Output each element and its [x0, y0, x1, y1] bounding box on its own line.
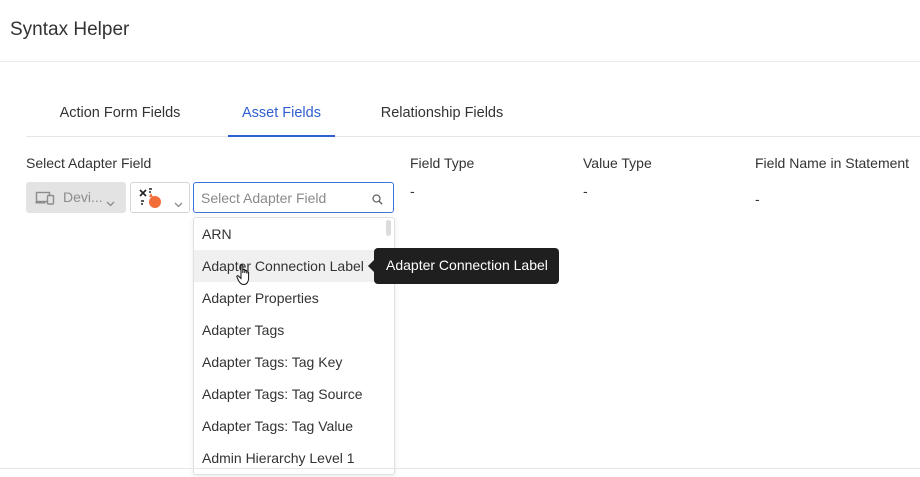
- adapter-field-dropdown: ARN Adapter Connection Label Adapter Pro…: [193, 217, 395, 475]
- dropdown-item[interactable]: Adapter Tags: Tag Source: [194, 378, 384, 410]
- value-type-value: -: [583, 183, 588, 199]
- page-title: Syntax Helper: [10, 19, 130, 40]
- tooltip: Adapter Connection Label: [368, 248, 559, 284]
- field-name-heading: Field Name in Statement: [755, 155, 910, 171]
- device-type-select[interactable]: Devi...: [26, 182, 126, 213]
- divider: [0, 468, 920, 469]
- search-icon: [372, 192, 383, 210]
- dropdown-item[interactable]: ARN: [194, 218, 384, 250]
- dropdown-item[interactable]: Adapter Tags: [194, 314, 384, 346]
- adapter-select[interactable]: [130, 182, 190, 213]
- adapter-field-search-input[interactable]: [201, 188, 366, 207]
- field-type-heading: Field Type: [410, 155, 475, 171]
- dropdown-item[interactable]: Adapter Properties: [194, 282, 384, 314]
- dropdown-item[interactable]: Adapter Tags: Tag Value: [194, 410, 384, 442]
- field-name-value: -: [755, 191, 760, 207]
- tooltip-arrow: [368, 260, 374, 272]
- dropdown-item[interactable]: Adapter Connection Label: [194, 250, 384, 282]
- value-type-heading: Value Type: [583, 155, 652, 171]
- adapter-field-heading: Select Adapter Field: [26, 155, 152, 171]
- chevron-down-icon: [106, 194, 115, 212]
- header: Syntax Helper: [0, 0, 920, 62]
- field-type-value: -: [410, 183, 415, 199]
- dropdown-item[interactable]: Admin Hierarchy Level 1: [194, 442, 384, 474]
- scrollbar-thumb[interactable]: [386, 220, 391, 236]
- dropdown-item[interactable]: Adapter Tags: Tag Key: [194, 346, 384, 378]
- device-select-label: Devi...: [63, 189, 103, 205]
- tab-bar: Action Form Fields Asset Fields Relation…: [26, 92, 920, 137]
- tooltip-text: Adapter Connection Label: [386, 257, 548, 273]
- chevron-down-icon: [174, 195, 183, 213]
- tab-asset-fields[interactable]: Asset Fields: [228, 92, 335, 137]
- devices-icon: [35, 191, 55, 210]
- adapter-field-search[interactable]: [193, 182, 394, 213]
- tab-action-form-fields[interactable]: Action Form Fields: [26, 92, 214, 136]
- hand-cursor-icon: [236, 264, 252, 291]
- adapter-icon: [138, 187, 164, 214]
- tab-relationship-fields[interactable]: Relationship Fields: [366, 92, 518, 136]
